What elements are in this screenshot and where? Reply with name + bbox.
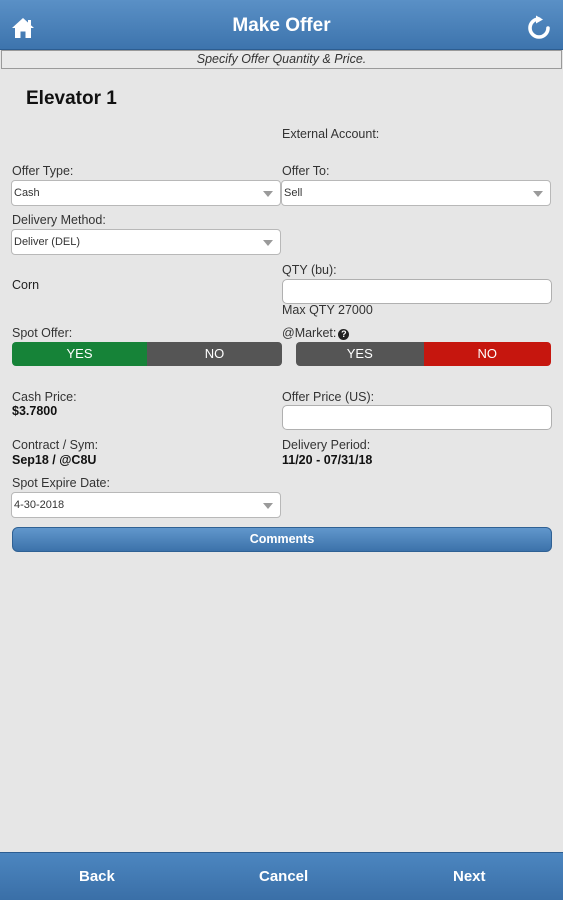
offer-type-value: Cash xyxy=(14,187,40,199)
spot-expire-select[interactable]: 4-30-2018 xyxy=(11,492,281,518)
delivery-period-value: 11/20 - 07/31/18 xyxy=(282,453,373,467)
question-circle-icon[interactable]: ? xyxy=(338,329,350,340)
delivery-method-label: Delivery Method: xyxy=(12,213,106,227)
offer-to-select[interactable]: Sell xyxy=(281,180,551,206)
offer-type-select[interactable]: Cash xyxy=(11,180,281,206)
instruction-banner: Specify Offer Quantity & Price. xyxy=(1,50,562,69)
offer-to-label: Offer To: xyxy=(282,164,330,178)
back-button[interactable]: Back xyxy=(79,868,115,885)
offer-to-value: Sell xyxy=(284,187,303,199)
delivery-method-select[interactable]: Deliver (DEL) xyxy=(11,229,281,255)
page-title: Make Offer xyxy=(232,15,331,36)
header-bar: Make Offer xyxy=(0,0,563,50)
spot-offer-label: Spot Offer: xyxy=(12,326,73,340)
offer-price-input[interactable] xyxy=(282,405,552,430)
spot-expire-label: Spot Expire Date: xyxy=(12,476,110,490)
at-market-label: @Market: xyxy=(282,326,337,340)
elevator-name: Elevator 1 xyxy=(26,88,117,109)
max-qty-text: Max QTY 27000 xyxy=(282,303,373,317)
offer-price-label: Offer Price (US): xyxy=(282,390,375,404)
at-market-toggle[interactable]: YES NO xyxy=(296,342,551,366)
refresh-icon xyxy=(528,15,550,39)
contract-value: Sep18 / @C8U xyxy=(12,453,97,467)
delivery-method-value: Deliver (DEL) xyxy=(14,236,81,248)
cash-price-value: $3.7800 xyxy=(12,404,58,418)
at-market-yes-button[interactable]: YES xyxy=(296,342,424,366)
chevron-down-icon xyxy=(533,191,543,197)
at-market-no-button[interactable]: NO xyxy=(423,342,551,366)
at-market-label-wrap: @Market:? xyxy=(282,326,350,340)
chevron-down-icon xyxy=(263,191,273,197)
refresh-button[interactable] xyxy=(526,15,552,41)
cancel-button[interactable]: Cancel xyxy=(259,868,308,885)
spot-offer-toggle[interactable]: YES NO xyxy=(12,342,282,366)
comments-button[interactable]: Comments xyxy=(12,527,552,552)
offer-type-label: Offer Type: xyxy=(12,164,74,178)
chevron-down-icon xyxy=(263,503,273,509)
chevron-down-icon xyxy=(263,240,273,246)
commodity-name: Corn xyxy=(12,278,40,292)
spot-offer-no-button[interactable]: NO xyxy=(147,342,282,366)
contract-label: Contract / Sym: xyxy=(12,438,99,452)
spot-expire-value: 4-30-2018 xyxy=(14,499,65,511)
external-account-label: External Account: xyxy=(282,127,380,141)
qty-input[interactable] xyxy=(282,279,552,304)
qty-label: QTY (bu): xyxy=(282,263,337,277)
cash-price-label: Cash Price: xyxy=(12,390,77,404)
spot-offer-yes-button[interactable]: YES xyxy=(12,342,147,366)
delivery-period-label: Delivery Period: xyxy=(282,438,371,452)
next-button[interactable]: Next xyxy=(453,868,486,885)
footer-bar: Back Cancel Next xyxy=(0,852,563,900)
